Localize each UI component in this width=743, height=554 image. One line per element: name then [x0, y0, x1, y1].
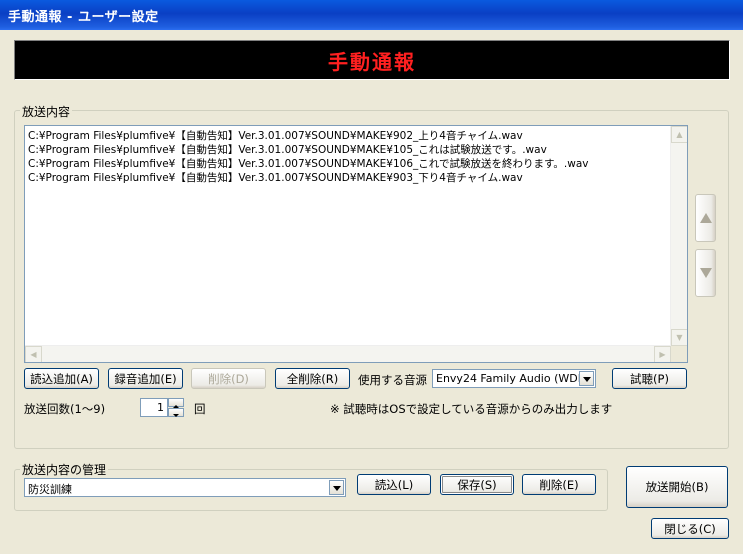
chevron-down-icon[interactable] — [579, 371, 594, 386]
broadcast-file-list[interactable]: C:¥Program Files¥plumfive¥【自動告知】Ver.3.01… — [24, 125, 688, 363]
title-bar[interactable]: 手動通報 - ユーザー設定 — [0, 0, 743, 30]
list-item[interactable]: C:¥Program Files¥plumfive¥【自動告知】Ver.3.01… — [25, 143, 665, 157]
management-delete-button[interactable]: 削除(E) — [522, 474, 596, 495]
chevron-down-icon[interactable] — [329, 480, 344, 495]
arrow-up-icon — [700, 213, 712, 223]
scroll-left-icon[interactable]: ◀ — [25, 346, 42, 362]
arrow-down-icon — [700, 268, 712, 278]
spin-up-icon[interactable] — [168, 398, 184, 408]
record-add-button[interactable]: 録音追加(E) — [108, 368, 183, 389]
management-save-button[interactable]: 保存(S) — [440, 474, 514, 495]
settings-window: 手動通報 - ユーザー設定 手動通報 放送内容 C:¥Program Files… — [0, 0, 743, 554]
list-item[interactable]: C:¥Program Files¥plumfive¥【自動告知】Ver.3.01… — [25, 171, 665, 185]
delete-all-button[interactable]: 全削除(R) — [275, 368, 350, 389]
broadcast-count-unit: 回 — [194, 402, 206, 416]
scroll-up-icon[interactable]: ▲ — [671, 126, 687, 143]
sound-device-label: 使用する音源 — [358, 373, 427, 387]
broadcast-count-label: 放送回数(1〜9) — [24, 402, 106, 416]
sound-device-select[interactable]: Envy24 Family Audio (WDM) — [432, 369, 596, 388]
load-add-button[interactable]: 読込追加(A) — [24, 368, 99, 389]
spin-down-icon[interactable] — [168, 408, 184, 417]
scroll-right-icon[interactable]: ▶ — [654, 346, 671, 362]
trial-listen-button[interactable]: 試聴(P) — [612, 368, 687, 389]
delete-button[interactable]: 削除(D) — [191, 368, 266, 389]
management-select[interactable]: 防災訓練 — [24, 478, 346, 497]
window-title: 手動通報 - ユーザー設定 — [8, 10, 159, 25]
broadcast-count-stepper[interactable] — [168, 398, 184, 417]
vertical-scrollbar[interactable]: ▲ ▼ — [670, 126, 687, 346]
start-broadcast-button[interactable]: 放送開始(B) — [626, 466, 728, 508]
broadcast-count-input[interactable]: 1 — [140, 398, 168, 417]
broadcast-group-label: 放送内容 — [20, 103, 73, 120]
move-down-button[interactable] — [695, 249, 716, 297]
horizontal-scrollbar[interactable]: ◀ ▶ — [25, 345, 671, 362]
list-item[interactable]: C:¥Program Files¥plumfive¥【自動告知】Ver.3.01… — [25, 129, 665, 143]
banner-text: 手動通報 — [328, 50, 416, 74]
scroll-down-icon[interactable]: ▼ — [671, 329, 687, 346]
close-button[interactable]: 閉じる(C) — [651, 518, 729, 539]
status-banner: 手動通報 — [14, 40, 730, 80]
move-up-button[interactable] — [695, 194, 716, 242]
management-select-value: 防災訓練 — [28, 483, 72, 496]
list-item[interactable]: C:¥Program Files¥plumfive¥【自動告知】Ver.3.01… — [25, 157, 665, 171]
management-load-button[interactable]: 読込(L) — [357, 474, 431, 495]
trial-note: ※ 試聴時はOSで設定している音源からのみ出力します — [330, 402, 613, 416]
sound-device-value: Envy24 Family Audio (WDM) — [436, 372, 592, 385]
scroll-corner — [671, 346, 687, 362]
management-group-label: 放送内容の管理 — [20, 461, 109, 478]
